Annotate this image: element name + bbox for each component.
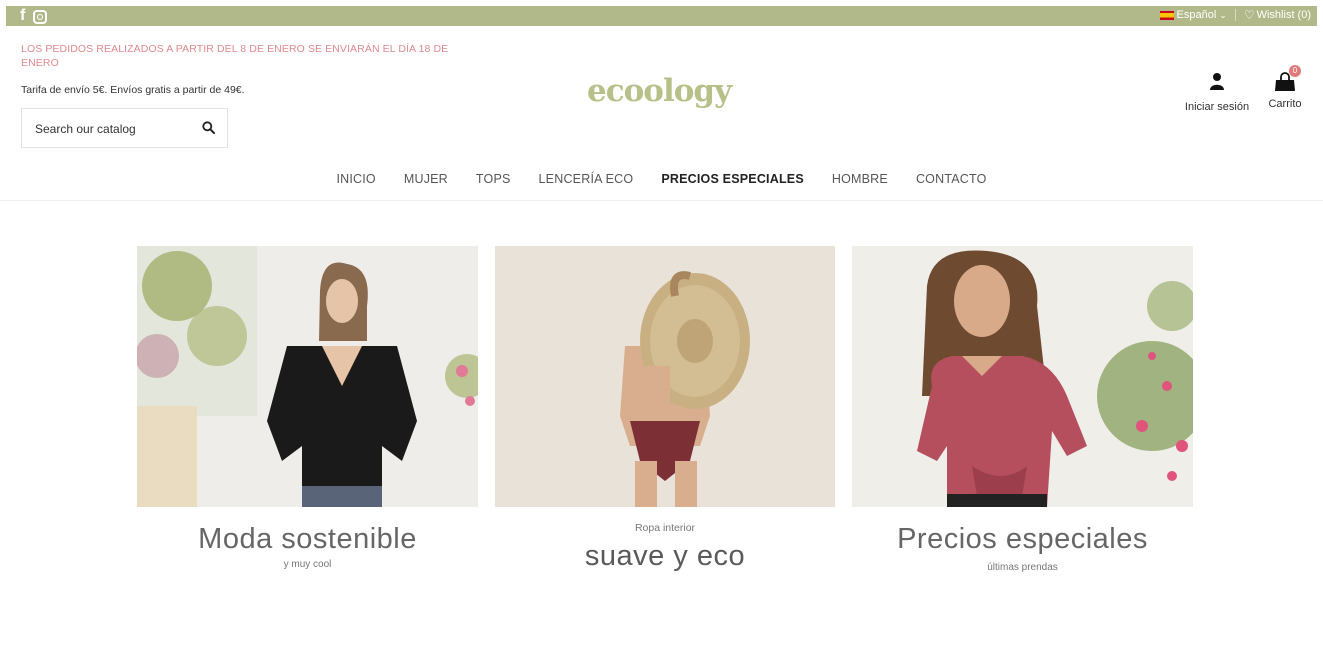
shipping-notice: LOS PEDIDOS REALIZADOS A PARTIR DEL 8 DE…	[21, 43, 449, 69]
top-bar: f Español ⌄ ♡ Wishlist (0)	[6, 6, 1317, 26]
cart-icon: 0	[1274, 65, 1301, 92]
nav-divider	[0, 200, 1323, 201]
nav-item-mujer[interactable]: MUJER	[404, 172, 448, 186]
search-box[interactable]: Search our catalog	[21, 108, 228, 148]
banner-image-suave-y-eco[interactable]	[495, 246, 835, 507]
banner-caption-3: Precios especiales últimas prendas	[852, 523, 1193, 573]
wishlist-label: Wishlist (0)	[1256, 9, 1311, 21]
banner-image-precios-especiales[interactable]	[852, 246, 1193, 507]
banner-caption-2: Ropa interior suave y eco	[495, 522, 835, 573]
wishlist-link[interactable]: ♡ Wishlist (0)	[1236, 8, 1311, 22]
banner-image-moda-sostenible[interactable]	[137, 246, 478, 507]
banner-caption-1: Moda sostenible y muy cool	[137, 523, 478, 570]
top-bar-right: Español ⌄ ♡ Wishlist (0)	[1159, 8, 1311, 22]
account-label: Iniciar sesión	[1184, 101, 1250, 113]
nav-item-lenceria-eco[interactable]: LENCERÍA ECO	[539, 172, 634, 186]
social-links: f	[20, 7, 48, 25]
language-selector[interactable]: Español ⌄	[1159, 9, 1236, 21]
nav-item-inicio[interactable]: INICIO	[336, 172, 375, 186]
site-logo[interactable]: ecoology	[587, 73, 732, 109]
nav-item-tops[interactable]: TOPS	[476, 172, 511, 186]
shipping-rate-text: Tarifa de envío 5€. Envíos gratis a part…	[21, 84, 245, 96]
account-link[interactable]: Iniciar sesión	[1179, 72, 1255, 113]
facebook-icon[interactable]: f	[20, 7, 25, 25]
banner-title: suave y eco	[584, 540, 746, 572]
nav-item-precios-especiales[interactable]: PRECIOS ESPECIALES	[661, 172, 804, 186]
instagram-icon[interactable]	[33, 9, 48, 24]
banner-title: Moda sostenible	[198, 523, 417, 555]
banner-title: Precios especiales	[897, 523, 1148, 555]
chevron-down-icon: ⌄	[1219, 9, 1227, 20]
search-icon[interactable]	[202, 121, 215, 134]
user-icon	[1210, 73, 1224, 90]
nav-item-hombre[interactable]: HOMBRE	[832, 172, 888, 186]
banner-subtitle: y muy cool	[283, 559, 332, 570]
cart-count-badge: 0	[1289, 65, 1301, 77]
search-input[interactable]: Search our catalog	[35, 122, 136, 136]
cart-label: Carrito	[1268, 98, 1302, 110]
banner-subtitle: últimas prendas	[987, 562, 1058, 573]
main-nav: INICIO MUJER TOPS LENCERÍA ECO PRECIOS E…	[0, 172, 1323, 186]
cart-link[interactable]: 0 Carrito	[1264, 65, 1306, 110]
spain-flag-icon	[1159, 10, 1174, 20]
banner-pretitle: Ropa interior	[634, 522, 696, 534]
heart-icon: ♡	[1243, 8, 1255, 22]
language-label: Español	[1176, 9, 1217, 21]
nav-item-contacto[interactable]: CONTACTO	[916, 172, 987, 186]
